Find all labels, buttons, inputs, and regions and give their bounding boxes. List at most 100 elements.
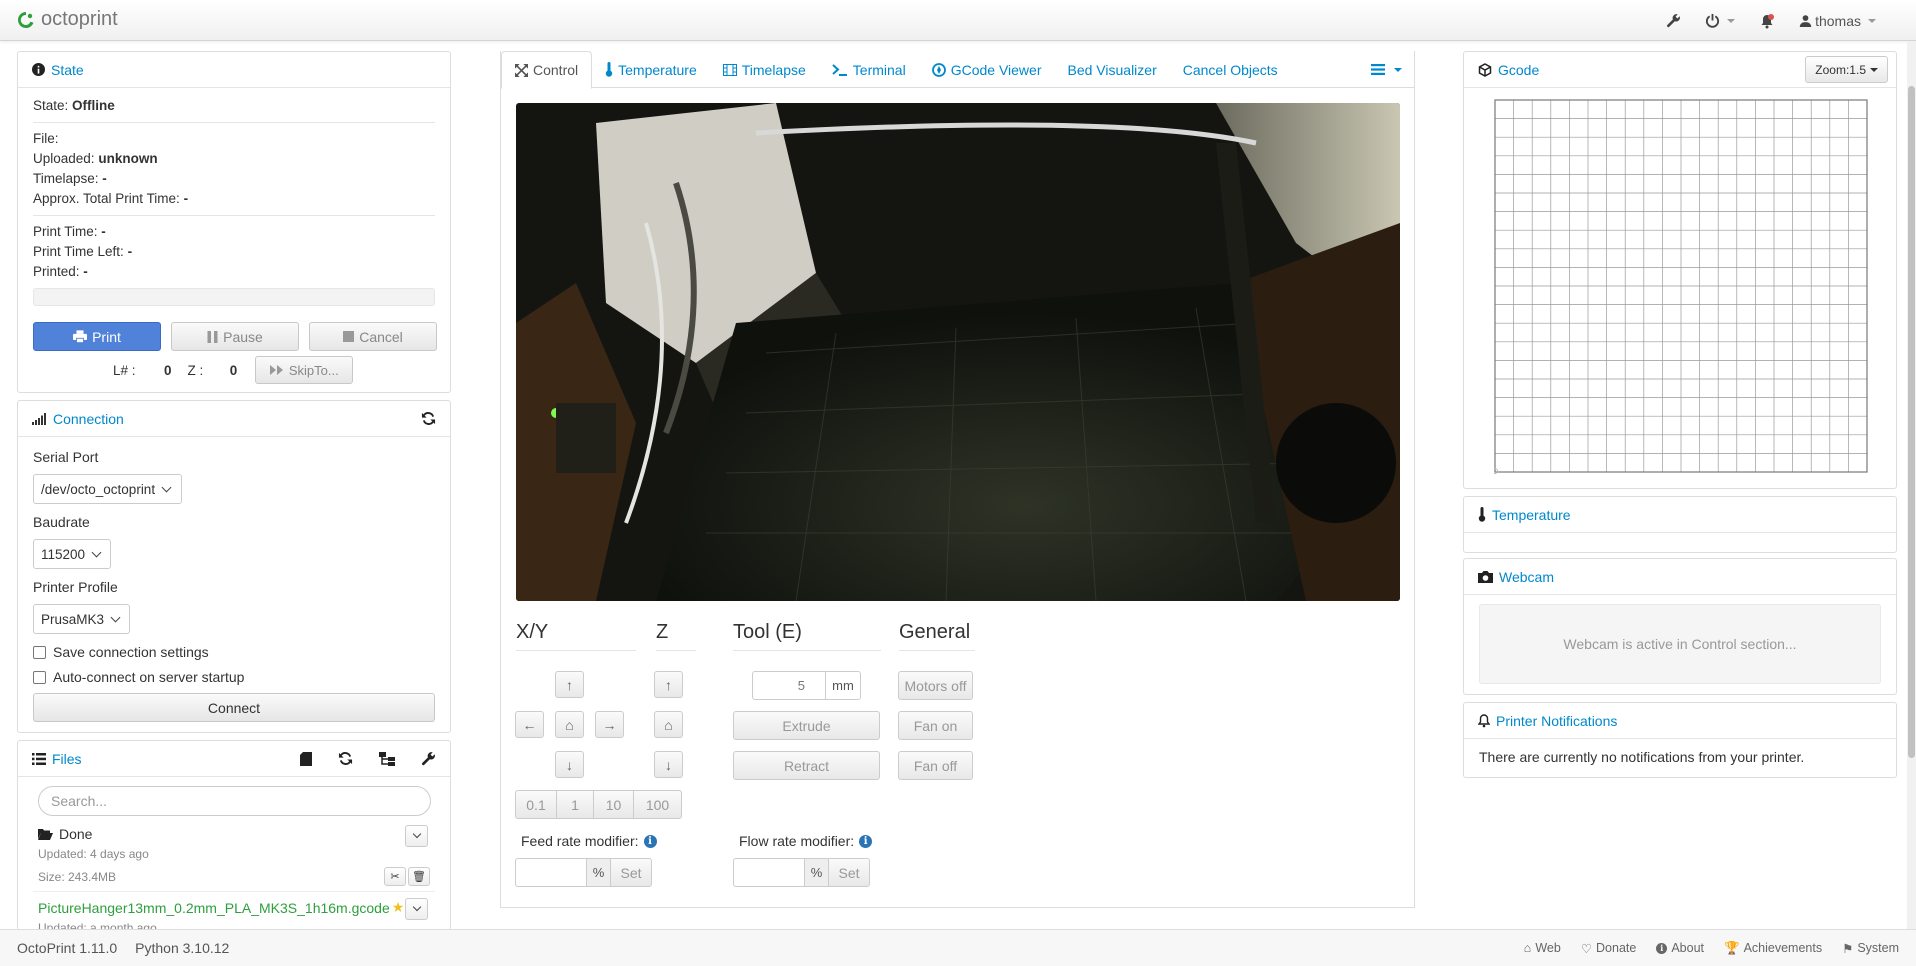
skip-to-label: SkipTo... — [288, 362, 339, 378]
files-panel-title: Files — [52, 750, 82, 767]
extrude-button[interactable]: Extrude — [733, 711, 880, 740]
footer-link-about[interactable]: i About — [1656, 941, 1704, 956]
wrench-icon[interactable] — [421, 751, 436, 766]
auto-connect-checkbox[interactable] — [33, 670, 46, 684]
heart-icon: ♡ — [1580, 941, 1593, 956]
chevron-down-icon — [91, 547, 102, 557]
connect-button[interactable]: Connect — [33, 693, 435, 722]
z-heading: Z — [656, 621, 696, 651]
folder-item[interactable]: Done — [38, 826, 92, 842]
bell-icon — [1761, 13, 1775, 28]
menu-icon — [1371, 64, 1385, 75]
folder-tree-icon[interactable] — [379, 751, 395, 766]
state-panel: State State: Offline File: Uploaded: unk… — [17, 51, 451, 393]
footer-link-label: Achievements — [1743, 941, 1823, 955]
page-scrollbar[interactable] — [1907, 41, 1916, 929]
tab-terminal[interactable]: Terminal — [819, 51, 919, 88]
tab-bed-visualizer[interactable]: Bed Visualizer — [1055, 51, 1170, 88]
printer-profile-select[interactable]: PrusaMK3 — [33, 604, 130, 634]
footer-link-system[interactable]: ⚑ System — [1842, 941, 1899, 956]
fan-on-button[interactable]: Fan on — [898, 711, 973, 740]
tab-control[interactable]: Control — [501, 51, 593, 89]
footer-link-web[interactable]: ⌂ Web — [1524, 941, 1561, 956]
home-z-button[interactable]: ⌂ — [654, 711, 683, 738]
cancel-button[interactable]: Cancel — [309, 322, 437, 351]
extrude-amount-input[interactable]: 5 — [752, 671, 826, 700]
uploaded-label: Uploaded: — [33, 151, 95, 166]
brand-name: octoprint — [41, 8, 118, 30]
connection-panel-title: Connection — [53, 410, 124, 427]
flow-rate-input[interactable] — [733, 858, 805, 887]
scrollbar-thumb[interactable] — [1908, 86, 1915, 758]
folder-cut-button[interactable]: ✂ — [384, 867, 406, 886]
system-menu-button[interactable] — [1693, 0, 1747, 41]
home-xy-button[interactable]: ⌂ — [555, 711, 584, 738]
connection-panel-header[interactable]: Connection — [18, 401, 450, 437]
print-button[interactable]: Print — [33, 322, 161, 351]
fan-off-button[interactable]: Fan off — [898, 751, 973, 780]
step-size-button[interactable]: 10 — [593, 790, 634, 819]
tab-cancel-objects[interactable]: Cancel Objects — [1170, 51, 1291, 88]
feed-rate-input[interactable] — [515, 858, 587, 887]
notifications-panel-header[interactable]: Printer Notifications — [1464, 703, 1896, 739]
zoom-dropdown[interactable]: Zoom:1.5 — [1805, 56, 1888, 83]
tab-timelapse[interactable]: Timelapse — [710, 51, 819, 88]
footer-link-donate[interactable]: ♡ Donate — [1581, 941, 1637, 956]
user-menu-button[interactable]: thomas — [1787, 0, 1888, 41]
refresh-icon[interactable] — [338, 751, 353, 766]
state-panel-header[interactable]: State — [18, 52, 450, 88]
gcode-bed-grid[interactable] — [1494, 99, 1868, 474]
save-settings-checkbox-row[interactable]: Save connection settings — [33, 644, 209, 660]
file-label: File: — [33, 131, 59, 146]
temperature-panel-title: Temperature — [1492, 506, 1571, 523]
step-size-button[interactable]: 100 — [633, 790, 682, 819]
timelapse-label: Timelapse: — [33, 171, 99, 186]
temperature-panel-header[interactable]: Temperature — [1464, 497, 1896, 533]
pause-button[interactable]: Pause — [171, 322, 299, 351]
skip-to-button[interactable]: SkipTo... — [255, 356, 354, 384]
jog-x-minus-button[interactable]: ← — [515, 711, 544, 738]
refresh-icon[interactable] — [421, 411, 436, 426]
baudrate-select[interactable]: 115200 — [33, 539, 111, 569]
general-heading: General — [899, 621, 975, 651]
file-item[interactable]: PictureHanger13mm_0.2mm_PLA_MK3S_1h16m.g… — [38, 899, 404, 916]
print-icon — [73, 330, 88, 343]
folder-delete-button[interactable]: 🗑 — [408, 867, 430, 886]
state-panel-title: State — [51, 61, 84, 78]
notifications-button[interactable] — [1747, 0, 1787, 41]
file-expand-button[interactable] — [405, 898, 428, 920]
octoprint-logo-icon — [18, 11, 34, 28]
info-circle-icon — [32, 63, 45, 76]
jog-y-plus-button[interactable]: ↑ — [555, 671, 584, 698]
retract-button[interactable]: Retract — [733, 751, 880, 780]
settings-button[interactable] — [1654, 0, 1693, 41]
info-icon[interactable]: i — [859, 834, 873, 848]
feed-rate-set-button[interactable]: Set — [610, 858, 652, 887]
flow-rate-set-button[interactable]: Set — [828, 858, 870, 887]
flow-rate-label: Flow rate modifier: — [739, 833, 855, 849]
folder-expand-button[interactable] — [405, 825, 428, 847]
jog-z-plus-button[interactable]: ↑ — [654, 671, 683, 698]
files-panel-header[interactable]: Files — [18, 741, 450, 777]
file-search-input[interactable]: Search... — [38, 786, 431, 816]
serial-port-value: /dev/octo_octoprint — [41, 481, 156, 497]
brand[interactable]: octoprint — [16, 8, 118, 31]
auto-connect-checkbox-row[interactable]: Auto-connect on server startup — [33, 669, 244, 685]
sd-card-icon[interactable] — [300, 751, 312, 766]
jog-x-plus-button[interactable]: → — [595, 711, 624, 738]
jog-y-minus-button[interactable]: ↓ — [555, 751, 584, 778]
tab-gcode-viewer[interactable]: GCode Viewer — [919, 51, 1055, 88]
folder-size: Size: 243.4MB — [38, 870, 117, 884]
jog-z-minus-button[interactable]: ↓ — [654, 751, 683, 778]
tab-temperature[interactable]: Temperature — [592, 51, 710, 88]
z-value: 0 — [229, 362, 238, 378]
serial-port-select[interactable]: /dev/octo_octoprint — [33, 474, 182, 504]
webcam-panel-header[interactable]: Webcam — [1464, 559, 1896, 595]
motors-off-button[interactable]: Motors off — [898, 671, 973, 700]
save-settings-checkbox[interactable] — [33, 645, 46, 659]
step-size-button[interactable]: 1 — [556, 790, 594, 819]
tab-overflow-menu[interactable] — [1358, 51, 1414, 88]
info-icon[interactable]: i — [643, 834, 657, 848]
step-size-button[interactable]: 0.1 — [515, 790, 557, 819]
footer-link-achievements[interactable]: 🏆 Achievements — [1724, 941, 1822, 956]
